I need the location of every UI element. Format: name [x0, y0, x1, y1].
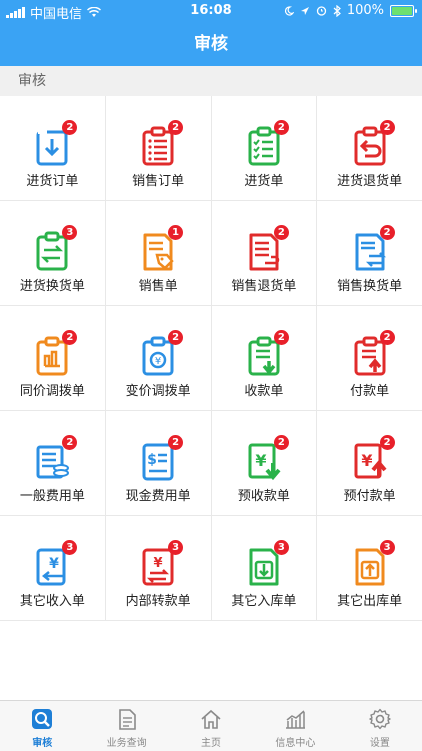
tab-home[interactable]: 主页: [169, 701, 253, 751]
count-badge: 3: [62, 540, 78, 555]
section-header: 审核: [0, 66, 422, 96]
grid-item-label: 收款单: [244, 384, 284, 399]
count-badge: 2: [273, 330, 289, 345]
grid-item-label: 销售退货单: [231, 279, 297, 294]
battery-percent: 100%: [346, 3, 384, 18]
bluetooth-icon: [333, 4, 341, 17]
grid-item[interactable]: 2 销售订单: [105, 96, 211, 200]
tab-audit[interactable]: 审核: [0, 701, 84, 751]
grid-item-label: 进货订单: [26, 174, 79, 189]
grid-item[interactable]: 2 收款单: [211, 306, 317, 410]
alarm-icon: [316, 6, 326, 16]
tab-label: 主页: [201, 738, 222, 749]
home-icon: [201, 709, 221, 729]
count-badge: 2: [273, 120, 289, 135]
location-icon: [300, 6, 309, 15]
status-right: 100%: [284, 3, 417, 18]
grid-item[interactable]: ¥3 内部转款单: [105, 516, 211, 620]
count-badge: 3: [62, 225, 78, 240]
count-badge: 2: [273, 435, 289, 450]
count-badge: 2: [62, 120, 78, 135]
grid-item[interactable]: 2 进货订单: [0, 96, 105, 200]
grid-item[interactable]: 2 一般费用单: [0, 411, 105, 515]
count-badge: 2: [379, 120, 395, 135]
grid-item[interactable]: 2 销售退货单: [211, 201, 317, 305]
svg-text:¥: ¥: [361, 451, 372, 470]
grid-item-label: 销售订单: [132, 174, 185, 189]
svg-text:¥: ¥: [154, 556, 163, 571]
audit-grid: 2 进货订单 2 销售订单 2 进货单 2 进货退货单 3 进货换货单 1 销售单 2 销售退货单 2 销售换…: [0, 96, 422, 621]
grid-item-label: 内部转款单: [125, 594, 191, 609]
count-badge: 3: [168, 540, 184, 555]
tab-document[interactable]: 业务查询: [84, 701, 168, 751]
grid-item[interactable]: 3 其它入库单: [211, 516, 317, 620]
grid-item-label: 销售单: [138, 279, 178, 294]
grid-item-label: 现金费用单: [125, 489, 191, 504]
tab-label: 业务查询: [106, 738, 147, 749]
chart-icon: [286, 710, 306, 729]
count-badge: 2: [168, 435, 184, 450]
count-badge: 2: [379, 330, 395, 345]
tab-gear[interactable]: 设置: [338, 701, 422, 751]
count-badge: 2: [379, 225, 395, 240]
tab-bar: 审核 业务查询 主页 信息中心 设置: [0, 700, 422, 751]
grid-item-label: 预收款单: [237, 489, 290, 504]
grid-item-label: 进货单: [244, 174, 284, 189]
count-badge: 2: [273, 225, 289, 240]
grid-item[interactable]: 2 进货退货单: [317, 96, 422, 200]
grid-item[interactable]: 1 销售单: [105, 201, 211, 305]
grid-item[interactable]: 2 付款单: [317, 306, 422, 410]
grid-item[interactable]: 3 其它出库单: [317, 516, 422, 620]
count-badge: 2: [62, 435, 78, 450]
grid-item[interactable]: ¥2 预收款单: [211, 411, 317, 515]
tab-label: 信息中心: [275, 738, 316, 749]
grid-item-label: 变价调拨单: [125, 384, 191, 399]
grid-item[interactable]: 2 同价调拨单: [0, 306, 105, 410]
count-badge: 3: [379, 540, 395, 555]
audit-icon: [32, 709, 53, 729]
grid-item-label: 其它入库单: [231, 594, 297, 609]
grid-item-label: 进货退货单: [337, 174, 403, 189]
grid-item-label: 进货换货单: [19, 279, 85, 294]
count-badge: 2: [62, 330, 78, 345]
grid-item-label: 一般费用单: [19, 489, 85, 504]
gear-icon: [369, 708, 391, 730]
grid-item[interactable]: ¥2 变价调拨单: [105, 306, 211, 410]
grid-item[interactable]: 3 进货换货单: [0, 201, 105, 305]
grid-item-label: 同价调拨单: [19, 384, 85, 399]
tab-label: 审核: [32, 738, 53, 749]
page-title: 审核: [0, 22, 422, 66]
grid-item[interactable]: ¥2 预付款单: [317, 411, 422, 515]
svg-text:¥: ¥: [255, 451, 266, 470]
grid-item[interactable]: 2 进货单: [211, 96, 317, 200]
count-badge: 3: [273, 540, 289, 555]
document-icon: [118, 709, 136, 730]
status-bar: 中国电信 16:08 100%: [0, 0, 422, 22]
tab-label: 设置: [369, 738, 390, 749]
moon-icon: [284, 5, 294, 16]
tab-chart[interactable]: 信息中心: [253, 701, 337, 751]
grid-item-label: 付款单: [350, 384, 390, 399]
count-badge: 1: [168, 225, 184, 240]
count-badge: 2: [168, 120, 184, 135]
count-badge: 2: [379, 435, 395, 450]
grid-item-label: 预付款单: [343, 489, 396, 504]
grid-item[interactable]: 2 销售换货单: [317, 201, 422, 305]
battery-icon: [390, 4, 417, 17]
svg-text:¥: ¥: [50, 556, 60, 572]
grid-item-label: 其它出库单: [337, 594, 403, 609]
count-badge: 2: [168, 330, 184, 345]
grid-item-label: 其它收入单: [19, 594, 85, 609]
grid-item-label: 销售换货单: [337, 279, 403, 294]
svg-text:$: $: [147, 452, 157, 468]
grid-item[interactable]: $2 现金费用单: [105, 411, 211, 515]
svg-text:¥: ¥: [155, 356, 161, 367]
grid-item[interactable]: ¥3 其它收入单: [0, 516, 105, 620]
